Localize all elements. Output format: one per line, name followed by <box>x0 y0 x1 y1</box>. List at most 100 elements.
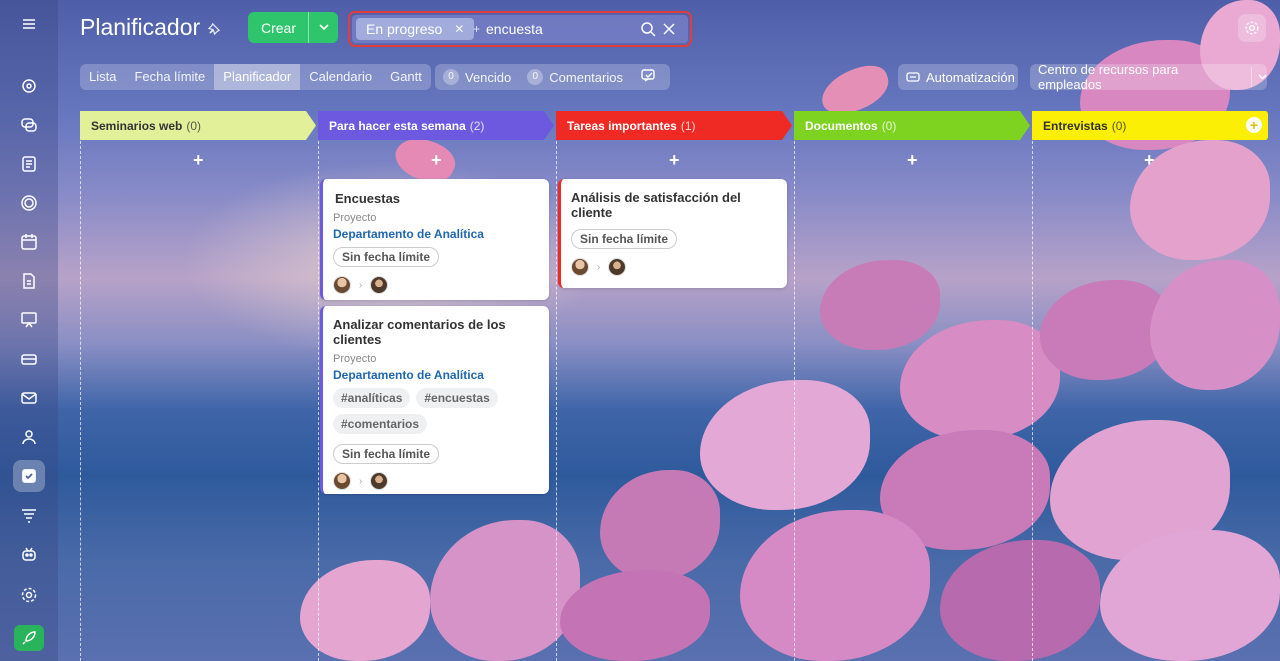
column-count: (0) <box>186 118 202 133</box>
create-button[interactable]: Crear <box>248 12 338 43</box>
tab-fecha-limite[interactable]: Fecha límite <box>125 64 214 90</box>
comments-counter[interactable]: 0 Comentarios <box>527 69 623 85</box>
card-title[interactable]: Encuestas <box>335 191 539 206</box>
pin-icon[interactable] <box>207 22 221 38</box>
card-title[interactable]: Analizar comentarios de los clientes <box>333 317 539 347</box>
comments-count: 0 <box>527 69 544 85</box>
overdue-counter[interactable]: 0 Vencido <box>443 69 511 85</box>
chevron-right-icon: › <box>359 475 363 487</box>
task-card-encuestas[interactable]: Encuestas Proyecto Departamento de Analí… <box>320 179 549 300</box>
search-icon[interactable] <box>640 21 656 42</box>
card-project-link[interactable]: Departamento de Analítica <box>333 227 539 241</box>
search-box[interactable]: En progreso ✕ + <box>348 11 692 47</box>
page-title: Planificador <box>80 14 201 40</box>
tag[interactable]: #encuestas <box>416 388 498 408</box>
task-card-analizar-comentarios[interactable]: Analizar comentarios de los clientes Pro… <box>320 306 549 494</box>
read-all-icon[interactable] <box>641 68 657 86</box>
card-title[interactable]: Análisis de satisfacción del cliente <box>571 190 751 220</box>
add-task-icon[interactable]: + <box>193 150 204 171</box>
search-input[interactable] <box>486 21 636 37</box>
card-project-label: Proyecto <box>333 212 377 224</box>
avatar[interactable] <box>370 472 389 490</box>
automation-button[interactable]: Automatización <box>898 64 1018 90</box>
tasks-icon[interactable] <box>13 460 45 492</box>
employees-icon[interactable] <box>13 421 45 453</box>
column-divider <box>1032 141 1033 661</box>
feed-icon[interactable] <box>13 148 45 180</box>
add-task-icon[interactable]: + <box>1144 150 1155 171</box>
column-title: Entrevistas <box>1043 118 1108 133</box>
board-icon[interactable] <box>13 304 45 336</box>
deadline-badge[interactable]: Sin fecha límite <box>571 229 678 249</box>
column-count: (0) <box>1111 118 1127 133</box>
chevron-down-icon[interactable] <box>1258 72 1267 83</box>
resource-center-dropdown[interactable]: Centro de recursos para empleados <box>1030 62 1267 92</box>
tag[interactable]: #comentarios <box>333 414 428 434</box>
left-sidebar <box>0 0 58 661</box>
tab-calendario[interactable]: Calendario <box>300 64 381 90</box>
add-filter-icon[interactable]: + <box>473 22 480 36</box>
avatar[interactable] <box>370 276 389 294</box>
deadline-badge[interactable]: Sin fecha límite <box>333 247 440 267</box>
column-title: Seminarios web <box>91 118 183 133</box>
funnel-icon[interactable] <box>13 499 45 531</box>
mail-icon[interactable] <box>13 382 45 414</box>
tab-gantt[interactable]: Gantt <box>381 64 431 90</box>
add-task-icon[interactable]: + <box>907 150 918 171</box>
remove-filter-icon[interactable]: ✕ <box>454 22 464 36</box>
card-project-link[interactable]: Departamento de Analítica <box>333 368 539 382</box>
activity-icon[interactable] <box>13 70 45 102</box>
add-task-icon[interactable]: + <box>669 150 680 171</box>
avatar[interactable] <box>333 472 351 490</box>
robot-icon[interactable] <box>13 538 45 570</box>
column-header-para-hacer[interactable]: Para hacer esta semana (2) <box>318 111 554 140</box>
add-task-icon[interactable]: + <box>431 150 442 171</box>
column-count: (2) <box>469 118 485 133</box>
menu-icon[interactable] <box>13 8 45 40</box>
counters-bar: 0 Vencido 0 Comentarios <box>435 64 670 90</box>
avatar[interactable] <box>608 258 627 276</box>
settings-icon[interactable] <box>13 579 45 611</box>
column-count: (1) <box>680 118 696 133</box>
rocket-icon[interactable] <box>14 625 44 651</box>
filter-chip[interactable]: En progreso ✕ <box>356 18 475 40</box>
chevron-down-icon[interactable] <box>309 22 338 34</box>
resource-center-label: Centro de recursos para empleados <box>1038 62 1179 92</box>
filter-chip-label: En progreso <box>366 21 443 37</box>
column-header-entrevistas[interactable]: Entrevistas (0) + <box>1032 111 1268 140</box>
overdue-count: 0 <box>443 69 459 85</box>
column-divider <box>794 141 795 661</box>
overdue-label: Vencido <box>465 69 512 85</box>
tag[interactable]: #analíticas <box>333 388 411 408</box>
chevron-right-icon: › <box>597 261 601 273</box>
close-icon[interactable] <box>662 19 676 41</box>
column-divider <box>318 141 319 661</box>
automation-label: Automatización <box>926 69 1015 85</box>
calendar-icon[interactable] <box>13 226 45 258</box>
tab-lista[interactable]: Lista <box>80 64 125 90</box>
column-header-tareas-importantes[interactable]: Tareas importantes (1) <box>556 111 792 140</box>
deadline-badge[interactable]: Sin fecha límite <box>333 444 440 464</box>
comments-label: Comentarios <box>549 69 623 85</box>
column-title: Documentos <box>805 118 878 133</box>
avatar[interactable] <box>571 258 589 276</box>
target-icon[interactable] <box>13 187 45 219</box>
column-title: Tareas importantes <box>567 118 677 133</box>
column-divider <box>80 141 81 661</box>
task-card-analisis-satisfaccion[interactable]: Análisis de satisfacción del cliente Sin… <box>558 179 787 288</box>
avatar[interactable] <box>333 276 351 294</box>
view-tabs: Lista Fecha límite Planificador Calendar… <box>80 64 431 90</box>
chat-icon[interactable] <box>13 109 45 141</box>
add-column-icon[interactable]: + <box>1246 117 1262 133</box>
column-title: Para hacer esta semana <box>329 118 466 133</box>
tab-planificador[interactable]: Planificador <box>214 64 301 90</box>
gear-icon[interactable] <box>1238 14 1266 42</box>
document-icon[interactable] <box>13 265 45 297</box>
card-project-label: Proyecto <box>333 353 377 365</box>
column-header-documentos[interactable]: Documentos (0) <box>794 111 1030 140</box>
robot-small-icon <box>906 70 920 85</box>
crm-icon[interactable] <box>13 343 45 375</box>
background-image <box>0 0 1280 661</box>
column-divider <box>556 141 557 661</box>
column-header-seminarios[interactable]: Seminarios web (0) <box>80 111 316 140</box>
